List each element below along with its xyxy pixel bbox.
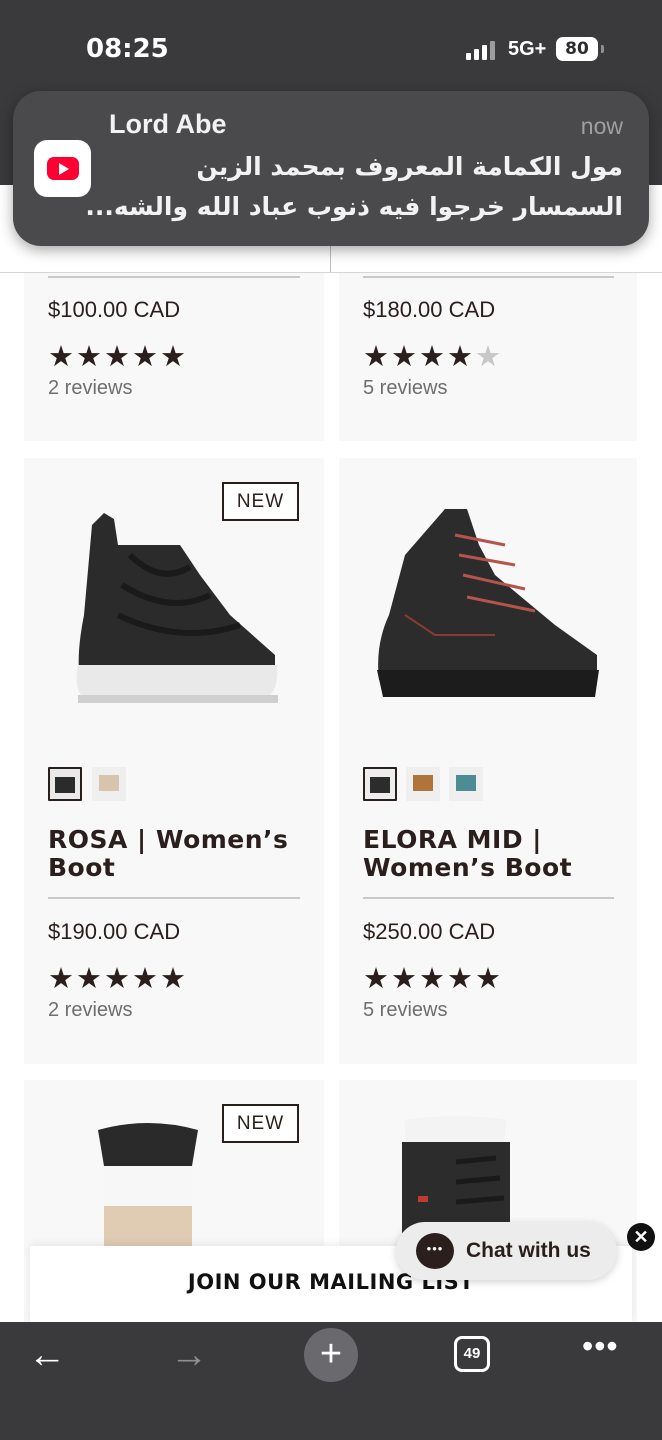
color-swatch-teal[interactable] [449, 767, 483, 801]
product-divider [363, 897, 614, 899]
youtube-icon [34, 140, 91, 197]
product-divider [48, 276, 300, 278]
product-price: $190.00 CAD [48, 919, 181, 944]
rating-stars: ★★★★★ [48, 961, 188, 995]
color-swatch-beige[interactable] [92, 767, 126, 801]
more-dots-icon[interactable]: ••• [582, 1328, 619, 1365]
review-count[interactable]: 2 reviews [48, 377, 132, 400]
review-count[interactable]: 2 reviews [48, 999, 132, 1022]
network-type: 5G+ [508, 38, 547, 60]
browser-toolbar: ← → + 49 ••• [0, 1322, 662, 1440]
chat-button[interactable]: Chat with us [396, 1222, 617, 1280]
color-swatch-brown[interactable] [406, 767, 440, 801]
back-arrow-icon[interactable]: ← [28, 1334, 66, 1377]
push-notification[interactable]: Lord Abe now مول الكمامة المعروف بمحمد ا… [13, 91, 649, 246]
rating-stars: ★★★★★ [48, 339, 188, 373]
chat-label: Chat with us [466, 1239, 591, 1262]
elora-mid-boot-image[interactable] [375, 505, 601, 701]
boot-image[interactable] [94, 1116, 202, 1246]
product-price: $180.00 CAD [363, 297, 496, 322]
review-count[interactable]: 5 reviews [363, 999, 447, 1022]
new-badge: NEW [222, 1104, 299, 1143]
color-swatch-black[interactable] [48, 767, 82, 801]
new-tab-plus-icon[interactable]: + [304, 1328, 358, 1382]
close-icon[interactable]: ✕ [627, 1223, 655, 1251]
forward-arrow-icon[interactable]: → [170, 1334, 208, 1377]
product-name[interactable]: ELORA MID | Women’s Boot [363, 826, 572, 882]
notification-title: Lord Abe [109, 109, 227, 139]
chat-bubble-icon [416, 1233, 454, 1269]
color-swatch-black[interactable] [363, 767, 397, 801]
notification-body: مول الكمامة المعروف بمحمد الزين السمسار … [85, 152, 623, 221]
tabs-button[interactable]: 49 [454, 1336, 490, 1372]
battery-icon: 80 [556, 37, 604, 61]
product-price: $250.00 CAD [363, 919, 496, 944]
notification-time: now [580, 113, 623, 139]
rating-stars: ★★★★★ [363, 961, 503, 995]
status-time: 08:25 [86, 34, 169, 64]
product-price: $100.00 CAD [48, 297, 181, 322]
column-divider [330, 246, 331, 272]
rating-stars: ★★★★★ [363, 339, 503, 373]
rosa-boot-image[interactable] [70, 505, 282, 715]
review-count[interactable]: 5 reviews [363, 377, 447, 400]
product-name[interactable]: ROSA | Women’s Boot [48, 826, 288, 882]
signal-icon [466, 40, 495, 60]
product-divider [363, 276, 614, 278]
product-divider [48, 897, 300, 899]
